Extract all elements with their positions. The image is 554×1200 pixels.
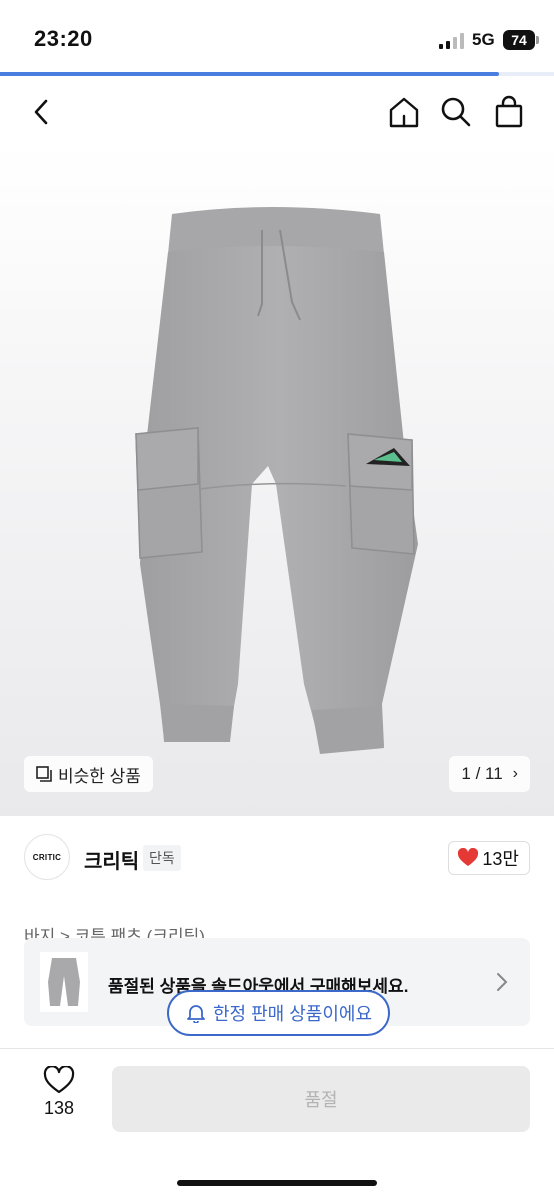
gallery-pager[interactable]: 1 / 11 › (449, 756, 530, 792)
product-thumbnail (40, 952, 88, 1012)
brand-like-count: 13만 (482, 849, 519, 869)
page-progress-bar (0, 72, 554, 76)
home-button[interactable] (384, 92, 424, 132)
brand-like-button[interactable]: 13만 (448, 841, 530, 875)
cart-button[interactable] (489, 92, 529, 132)
search-button[interactable] (436, 92, 476, 132)
status-bar: 23:20 5G 74 (0, 0, 554, 70)
brand-logo[interactable]: CRITIC (24, 834, 70, 880)
buy-button-disabled[interactable]: 품절 (112, 1066, 530, 1132)
signal-icon (439, 33, 464, 49)
page-progress-fill (0, 72, 499, 76)
status-time: 23:20 (34, 26, 93, 51)
network-label: 5G (472, 30, 495, 49)
exclusive-badge: 단독 (143, 845, 181, 871)
limited-sale-label: 한정 판매 상품이에요 (213, 1004, 373, 1024)
battery-icon: 74 (503, 30, 535, 50)
brand-name[interactable]: 크리틱 (84, 845, 139, 874)
wishlist-count: 138 (43, 1098, 75, 1118)
chevron-left-icon (34, 99, 48, 125)
chevron-right-icon: › (512, 765, 518, 782)
search-icon (441, 97, 471, 127)
limited-sale-tooltip[interactable]: 한정 판매 상품이에요 (167, 990, 391, 1036)
heart-filled-icon (458, 848, 479, 866)
similar-products-label: 비슷한 상품 (58, 766, 141, 786)
product-image-gallery[interactable]: 비슷한 상품 1 / 11 › (0, 144, 554, 816)
wishlist-button[interactable]: 138 (30, 1066, 88, 1130)
home-icon (389, 97, 419, 128)
similar-items-icon (36, 766, 52, 782)
bell-icon (187, 1005, 205, 1023)
gallery-page-indicator: 1 / 11 (461, 764, 503, 783)
battery-tip (536, 36, 539, 44)
chevron-right-icon (497, 973, 508, 991)
back-button[interactable] (22, 92, 62, 132)
bottom-bar-divider (0, 1048, 554, 1049)
heart-outline-icon (43, 1066, 75, 1094)
home-indicator (177, 1180, 377, 1186)
product-image (135, 207, 418, 754)
similar-products-button[interactable]: 비슷한 상품 (24, 756, 153, 792)
top-nav (0, 80, 554, 144)
shopping-bag-icon (495, 95, 523, 128)
brand-row: CRITIC 크리틱 단독 13만 (0, 830, 554, 886)
